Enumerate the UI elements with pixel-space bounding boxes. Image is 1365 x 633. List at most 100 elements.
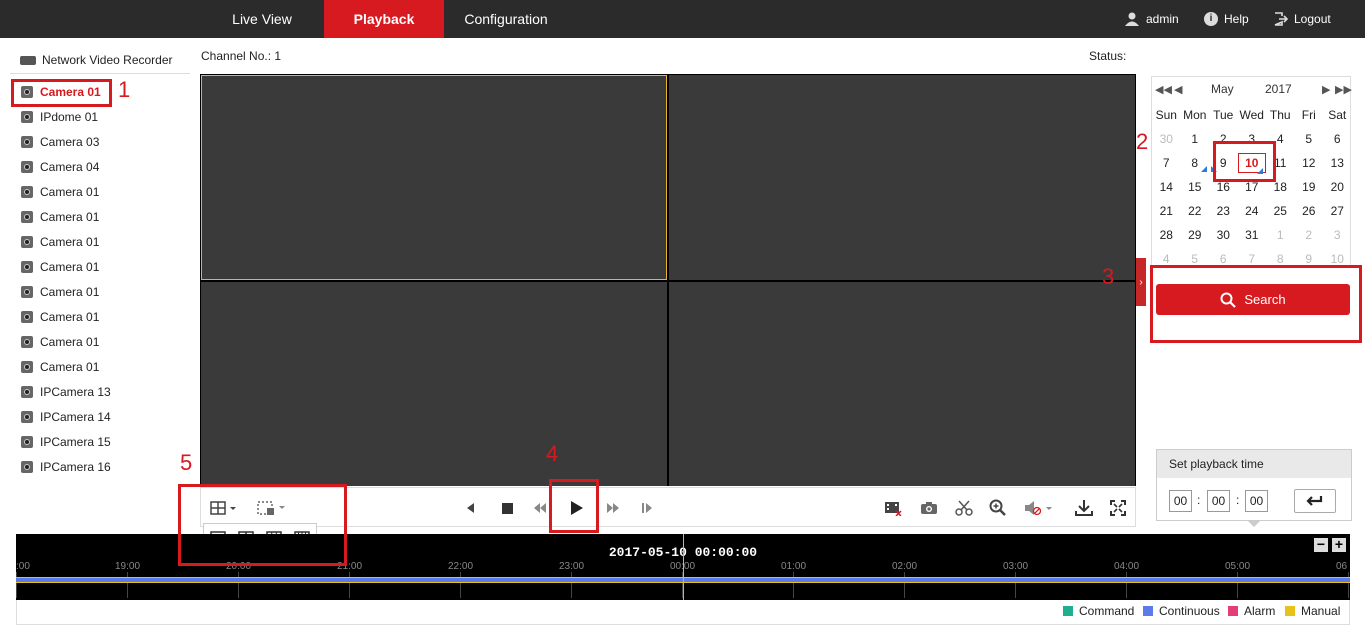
calendar-day[interactable]: 21 xyxy=(1152,204,1181,218)
camera-item[interactable]: IPdome 01 xyxy=(21,107,98,127)
annotation-box-3 xyxy=(1150,265,1362,343)
camera-item[interactable]: IPCamera 15 xyxy=(21,432,111,452)
calendar-day[interactable]: 1 xyxy=(1181,132,1210,146)
calendar-day[interactable]: 28 xyxy=(1152,228,1181,242)
panel-collapse-toggle[interactable]: › xyxy=(1136,258,1146,306)
calendar-day[interactable]: 8 xyxy=(1181,156,1210,172)
calendar-day[interactable]: 7 xyxy=(1152,156,1181,170)
tab-playback[interactable]: Playback xyxy=(324,0,444,38)
camera-label: IPCamera 13 xyxy=(40,385,111,399)
minute-input[interactable]: 00 xyxy=(1207,490,1230,512)
calendar-day[interactable]: 5 xyxy=(1181,252,1210,266)
help-button[interactable]: i Help xyxy=(1204,0,1249,38)
calendar-day[interactable]: 6 xyxy=(1209,252,1238,266)
calendar-day[interactable]: 7 xyxy=(1238,252,1267,266)
camera-item[interactable]: Camera 01 xyxy=(21,257,99,277)
calendar-day[interactable]: 6 xyxy=(1323,132,1352,146)
video-pane-1[interactable] xyxy=(201,75,667,280)
download-button[interactable] xyxy=(1072,488,1096,528)
calendar-day[interactable]: 19 xyxy=(1295,180,1324,194)
timeline-tick xyxy=(127,572,128,598)
camera-item[interactable]: Camera 01 xyxy=(21,307,99,327)
step-forward-icon xyxy=(642,503,652,513)
weekday-label: Tue xyxy=(1213,108,1234,122)
video-pane-2[interactable] xyxy=(669,75,1135,280)
calendar-day[interactable]: 31 xyxy=(1238,228,1267,242)
tab-live-view[interactable]: Live View xyxy=(210,0,314,38)
camera-item[interactable]: Camera 01 xyxy=(21,232,99,252)
calendar-day[interactable]: 1 xyxy=(1266,228,1295,242)
calendar-day[interactable]: 23 xyxy=(1209,204,1238,218)
camera-item[interactable]: Camera 04 xyxy=(21,157,99,177)
calendar-day[interactable]: 2 xyxy=(1295,228,1324,242)
calendar-day[interactable]: 10 xyxy=(1323,252,1352,266)
fullscreen-button[interactable] xyxy=(1106,488,1130,528)
camera-item[interactable]: Camera 01 xyxy=(21,357,99,377)
calendar-day[interactable]: 15 xyxy=(1181,180,1210,194)
camera-item[interactable]: IPCamera 16 xyxy=(21,457,111,477)
camera-label: IPCamera 15 xyxy=(40,435,111,449)
camera-item[interactable]: IPCamera 13 xyxy=(21,382,111,402)
prev-month-icon[interactable]: ◀ xyxy=(1174,83,1182,96)
calendar-day[interactable]: 18 xyxy=(1266,180,1295,194)
capture-button[interactable] xyxy=(917,488,941,528)
calendar-day[interactable]: 27 xyxy=(1323,204,1352,218)
calendar-month[interactable]: May xyxy=(1211,82,1234,96)
top-navigation-bar: Live View Playback Configuration admin i… xyxy=(0,0,1365,38)
calendar-day[interactable]: 13 xyxy=(1323,156,1352,170)
tab-configuration[interactable]: Configuration xyxy=(444,0,568,38)
calendar-day[interactable]: 20 xyxy=(1323,180,1352,194)
nvr-root[interactable]: Network Video Recorder xyxy=(20,53,173,67)
video-clip-button[interactable] xyxy=(881,488,905,528)
clip-button[interactable] xyxy=(952,488,976,528)
camera-item[interactable]: IPCamera 14 xyxy=(21,407,111,427)
prev-year-icon[interactable]: ◀◀ xyxy=(1155,83,1172,96)
camera-item[interactable]: Camera 01 xyxy=(21,282,99,302)
slow-down-button[interactable] xyxy=(529,488,551,528)
second-input[interactable]: 00 xyxy=(1245,490,1268,512)
calendar-day[interactable]: 22 xyxy=(1181,204,1210,218)
digital-zoom-button[interactable] xyxy=(986,488,1010,528)
timeline-tick xyxy=(571,572,572,598)
camera-item[interactable]: Camera 01 xyxy=(21,182,99,202)
legend-label: Alarm xyxy=(1244,604,1276,618)
zoom-out-button[interactable]: − xyxy=(1314,537,1328,552)
logout-button[interactable]: Logout xyxy=(1274,0,1331,38)
calendar-day[interactable]: 9 xyxy=(1295,252,1324,266)
calendar-day[interactable]: 16 xyxy=(1209,180,1238,194)
zoom-in-button[interactable]: + xyxy=(1332,537,1346,552)
stop-button[interactable] xyxy=(496,488,518,528)
previous-frame-button[interactable] xyxy=(459,488,481,528)
calendar-day[interactable]: 3 xyxy=(1323,228,1352,242)
calendar-day[interactable]: 5 xyxy=(1295,132,1324,146)
next-month-icon[interactable]: ▶ xyxy=(1322,83,1330,96)
calendar-day[interactable]: 30 xyxy=(1209,228,1238,242)
calendar-day[interactable]: 29 xyxy=(1181,228,1210,242)
calendar-day[interactable]: 8 xyxy=(1266,252,1295,266)
calendar-day[interactable]: 25 xyxy=(1266,204,1295,218)
calendar-day[interactable]: 14 xyxy=(1152,180,1181,194)
nvr-label: Network Video Recorder xyxy=(42,53,173,67)
camera-item[interactable]: Camera 01 xyxy=(21,207,99,227)
user-menu[interactable]: admin xyxy=(1124,0,1179,38)
calendar-day[interactable]: 12 xyxy=(1295,156,1324,170)
audio-button[interactable] xyxy=(1021,488,1057,528)
video-pane-3[interactable] xyxy=(201,282,667,486)
next-frame-button[interactable] xyxy=(636,488,658,528)
go-time-button[interactable] xyxy=(1294,489,1336,513)
calendar-header: ◀◀ ◀ May 2017 ▶ ▶▶ xyxy=(1152,77,1352,101)
calendar-day[interactable]: 30 xyxy=(1152,132,1181,146)
legend-swatch xyxy=(1228,606,1238,616)
calendar-year[interactable]: 2017 xyxy=(1265,82,1292,96)
calendar-day[interactable]: 24 xyxy=(1238,204,1267,218)
camera-item[interactable]: Camera 03 xyxy=(21,132,99,152)
hour-input[interactable]: 00 xyxy=(1169,490,1192,512)
calendar-day[interactable]: 17 xyxy=(1238,180,1267,194)
video-pane-4[interactable] xyxy=(669,282,1135,486)
calendar-day[interactable]: 26 xyxy=(1295,204,1324,218)
camera-item[interactable]: Camera 01 xyxy=(21,332,99,352)
timeline-tick xyxy=(904,572,905,598)
speed-up-button[interactable] xyxy=(602,488,624,528)
next-year-icon[interactable]: ▶▶ xyxy=(1335,83,1352,96)
calendar-day[interactable]: 4 xyxy=(1152,252,1181,266)
